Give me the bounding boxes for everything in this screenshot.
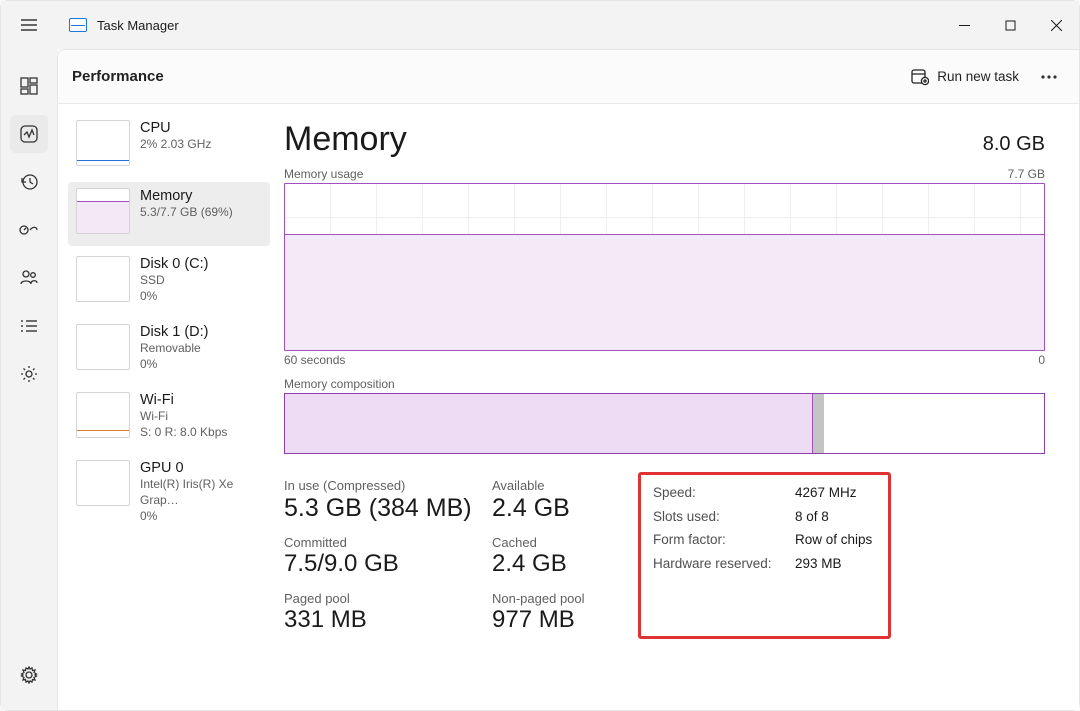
app-title: Task Manager xyxy=(97,18,179,33)
axis-left: 60 seconds xyxy=(284,353,345,367)
perf-gpu-name: GPU 0 xyxy=(140,460,262,476)
axis-right: 0 xyxy=(1038,353,1045,367)
perf-gpu-sub: Intel(R) Iris(R) Xe Grap… xyxy=(140,476,262,508)
perf-disk0-sub: SSD xyxy=(140,272,208,288)
perf-disk1-sub2: 0% xyxy=(140,356,208,372)
paged-label: Paged pool xyxy=(284,591,492,606)
perf-item-wifi[interactable]: Wi-Fi Wi-Fi S: 0 R: 8.0 Kbps xyxy=(68,386,270,450)
content: Performance Run new task CPU 2% 2.03 xyxy=(57,49,1079,710)
top-toolbar: Performance Run new task xyxy=(58,50,1079,104)
perf-memory-name: Memory xyxy=(140,188,233,204)
main-split: CPU 2% 2.03 GHz Memory 5.3/7.7 GB (69%) … xyxy=(58,104,1079,710)
nonpaged-label: Non-paged pool xyxy=(492,591,620,606)
cached-value: 2.4 GB xyxy=(492,550,620,579)
body: Performance Run new task CPU 2% 2.03 xyxy=(1,49,1079,710)
in-use-value: 5.3 GB (384 MB) xyxy=(284,493,492,523)
menu-button[interactable] xyxy=(9,19,49,31)
processes-icon[interactable] xyxy=(10,67,48,105)
perf-wifi-sub2: S: 0 R: 8.0 Kbps xyxy=(140,424,227,440)
thumb-disk0 xyxy=(76,256,130,302)
memory-usage-chart xyxy=(284,183,1045,351)
paged-value: 331 MB xyxy=(284,606,492,635)
perf-item-cpu[interactable]: CPU 2% 2.03 GHz xyxy=(68,114,270,178)
hres-label: Hardware reserved: xyxy=(653,552,795,576)
app-icon xyxy=(69,18,87,32)
perf-disk1-sub: Removable xyxy=(140,340,208,356)
cached-label: Cached xyxy=(492,535,620,550)
perf-memory-sub: 5.3/7.7 GB (69%) xyxy=(140,204,233,220)
run-new-task-button[interactable]: Run new task xyxy=(905,64,1025,90)
perf-item-gpu[interactable]: GPU 0 Intel(R) Iris(R) Xe Grap… 0% xyxy=(68,454,270,531)
form-value: Row of chips xyxy=(795,528,872,552)
page-title: Performance xyxy=(72,68,164,85)
speed-value: 4267 MHz xyxy=(795,481,857,505)
perf-item-disk1[interactable]: Disk 1 (D:) Removable 0% xyxy=(68,318,270,382)
thumb-cpu xyxy=(76,120,130,166)
chart1-label: Memory usage xyxy=(284,167,363,181)
speed-label: Speed: xyxy=(653,481,795,505)
users-icon[interactable] xyxy=(10,259,48,297)
window-controls xyxy=(941,1,1079,49)
stats-row: In use (Compressed) 5.3 GB (384 MB) Avai… xyxy=(284,478,1045,639)
thumb-memory xyxy=(76,188,130,234)
hres-value: 293 MB xyxy=(795,552,842,576)
slots-label: Slots used: xyxy=(653,505,795,529)
form-label: Form factor: xyxy=(653,528,795,552)
perf-cpu-sub: 2% 2.03 GHz xyxy=(140,136,211,152)
slots-value: 8 of 8 xyxy=(795,505,829,529)
hardware-info-highlight: Speed:4267 MHz Slots used:8 of 8 Form fa… xyxy=(638,472,891,639)
titlebar: Task Manager xyxy=(1,1,1079,49)
available-label: Available xyxy=(492,478,620,493)
comp-label: Memory composition xyxy=(284,377,1045,391)
nonpaged-value: 977 MB xyxy=(492,606,620,635)
history-icon[interactable] xyxy=(10,163,48,201)
detail-title: Memory xyxy=(284,120,407,159)
thumb-disk1 xyxy=(76,324,130,370)
perf-disk0-name: Disk 0 (C:) xyxy=(140,256,208,272)
perf-wifi-sub: Wi-Fi xyxy=(140,408,227,424)
nav-rail xyxy=(1,49,57,710)
perf-disk1-name: Disk 1 (D:) xyxy=(140,324,208,340)
detail-pane: Memory 8.0 GB Memory usage 7.7 GB 60 sec… xyxy=(274,104,1079,710)
settings-icon[interactable] xyxy=(10,656,48,694)
detail-total: 8.0 GB xyxy=(983,133,1045,156)
perf-cpu-name: CPU xyxy=(140,120,211,136)
close-button[interactable] xyxy=(1033,1,1079,49)
available-value: 2.4 GB xyxy=(492,493,620,523)
startup-icon[interactable] xyxy=(10,211,48,249)
perf-disk0-sub2: 0% xyxy=(140,288,208,304)
perf-wifi-name: Wi-Fi xyxy=(140,392,227,408)
committed-value: 7.5/9.0 GB xyxy=(284,550,492,579)
run-new-task-label: Run new task xyxy=(937,69,1019,84)
in-use-label: In use (Compressed) xyxy=(284,478,492,493)
perf-gpu-sub2: 0% xyxy=(140,508,262,524)
performance-icon[interactable] xyxy=(10,115,48,153)
memory-composition-chart xyxy=(284,393,1045,454)
details-icon[interactable] xyxy=(10,307,48,345)
perf-list: CPU 2% 2.03 GHz Memory 5.3/7.7 GB (69%) … xyxy=(58,104,274,710)
perf-item-memory[interactable]: Memory 5.3/7.7 GB (69%) xyxy=(68,182,270,246)
maximize-button[interactable] xyxy=(987,1,1033,49)
minimize-button[interactable] xyxy=(941,1,987,49)
thumb-gpu xyxy=(76,460,130,506)
services-icon[interactable] xyxy=(10,355,48,393)
thumb-wifi xyxy=(76,392,130,438)
chart1-max: 7.7 GB xyxy=(1008,167,1045,181)
perf-item-disk0[interactable]: Disk 0 (C:) SSD 0% xyxy=(68,250,270,314)
more-button[interactable] xyxy=(1033,61,1065,93)
committed-label: Committed xyxy=(284,535,492,550)
